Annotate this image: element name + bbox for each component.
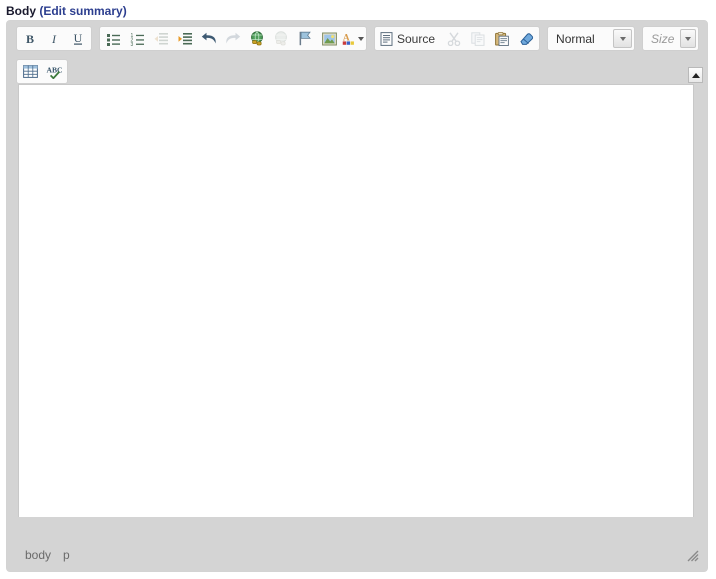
toolbar-group-basicstyles: B I U [16, 26, 92, 51]
bulleted-list-button[interactable] [102, 28, 124, 49]
format-dropdown-toggle[interactable] [613, 29, 633, 48]
svg-text:ABC: ABC [46, 65, 62, 74]
font-size-dropdown-value: Size [651, 31, 675, 46]
format-dropdown[interactable]: Normal [547, 26, 636, 51]
scroll-up-arrow[interactable] [688, 67, 703, 83]
italic-button[interactable]: I [43, 28, 65, 49]
link-button[interactable] [246, 28, 268, 49]
bold-button[interactable]: B [19, 28, 41, 49]
source-button-label: Source [397, 31, 436, 46]
outdent-button[interactable] [150, 28, 172, 49]
undo-button[interactable] [198, 28, 220, 49]
edit-summary-link[interactable]: (Edit summary) [39, 4, 126, 18]
editor-content-wrapper [7, 67, 707, 517]
svg-text:3: 3 [130, 42, 133, 46]
toolbar-group-insert-tools: ABC [16, 59, 68, 84]
redo-button[interactable] [222, 28, 244, 49]
image-button[interactable] [318, 28, 340, 49]
spellcheck-button[interactable]: ABC [43, 61, 65, 82]
toolbar-row-1: B I U 1 2 3 A Source Normal Size [7, 26, 707, 55]
editor-statusbar: body p [7, 539, 707, 571]
underline-button[interactable]: U [67, 28, 89, 49]
chevron-down-icon [619, 36, 626, 41]
field-label: Body (Edit summary) [6, 4, 127, 18]
remove-format-button[interactable] [515, 28, 537, 49]
svg-text:U: U [74, 32, 83, 45]
chevron-down-icon [358, 36, 364, 41]
unlink-button[interactable] [270, 28, 292, 49]
field-label-text: Body [6, 4, 36, 18]
source-button[interactable]: Source [377, 28, 441, 49]
triangle-up-icon [691, 72, 700, 78]
toolbar-group-paragraph: 1 2 3 A [99, 26, 367, 51]
chevron-down-icon [685, 36, 692, 41]
editor-toolbar: B I U 1 2 3 A Source Normal Size ABC [7, 21, 707, 84]
numbered-list-button[interactable]: 1 2 3 [126, 28, 148, 49]
copy-button[interactable] [467, 28, 489, 49]
font-size-dropdown-toggle[interactable] [680, 29, 697, 48]
rich-text-editor: B I U 1 2 3 A Source Normal Size ABC bod… [6, 20, 708, 572]
elements-path-body[interactable]: body [25, 548, 51, 562]
font-size-dropdown[interactable]: Size [642, 26, 700, 51]
elements-path-p[interactable]: p [63, 548, 70, 562]
indent-button[interactable] [174, 28, 196, 49]
svg-text:B: B [26, 32, 34, 46]
editing-area[interactable] [18, 84, 694, 517]
svg-text:I: I [51, 32, 57, 46]
format-dropdown-value: Normal [556, 31, 595, 46]
text-color-button[interactable]: A [342, 28, 364, 49]
resize-grip[interactable] [685, 548, 699, 562]
toolbar-group-document: Source [374, 26, 541, 51]
table-button[interactable] [19, 61, 41, 82]
anchor-button[interactable] [294, 28, 316, 49]
paste-button[interactable] [491, 28, 513, 49]
cut-button[interactable] [443, 28, 465, 49]
